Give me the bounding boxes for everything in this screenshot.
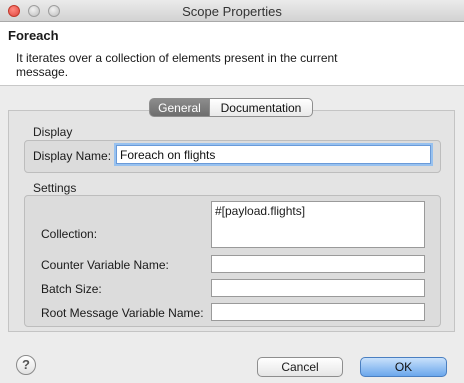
header-title: Foreach: [8, 28, 59, 43]
display-name-input[interactable]: [116, 145, 431, 164]
cancel-button[interactable]: Cancel: [257, 357, 343, 377]
display-name-label: Display Name:: [33, 149, 112, 163]
collection-textarea[interactable]: #[payload.flights]: [211, 201, 425, 248]
help-icon[interactable]: ?: [16, 355, 36, 375]
counter-variable-label: Counter Variable Name:: [41, 258, 169, 272]
display-section-label: Display: [33, 125, 73, 139]
window-title: Scope Properties: [182, 4, 282, 19]
batch-size-input[interactable]: [211, 279, 425, 297]
tab-general[interactable]: General: [149, 98, 210, 117]
batch-size-label: Batch Size:: [41, 282, 102, 296]
tab-documentation[interactable]: Documentation: [210, 98, 313, 117]
tab-bar: General Documentation: [149, 98, 313, 117]
root-message-variable-label: Root Message Variable Name:: [41, 306, 204, 320]
counter-variable-input[interactable]: [211, 255, 425, 273]
settings-section-label: Settings: [33, 181, 77, 195]
scope-properties-dialog: Scope Properties Foreach It iterates ove…: [0, 0, 464, 383]
root-message-variable-input[interactable]: [211, 303, 425, 321]
ok-button[interactable]: OK: [360, 357, 447, 377]
dialog-header: Foreach It iterates over a collection of…: [0, 22, 464, 86]
collection-label: Collection:: [41, 227, 98, 241]
title-bar: Scope Properties: [0, 0, 464, 22]
header-description: It iterates over a collection of element…: [16, 51, 338, 79]
